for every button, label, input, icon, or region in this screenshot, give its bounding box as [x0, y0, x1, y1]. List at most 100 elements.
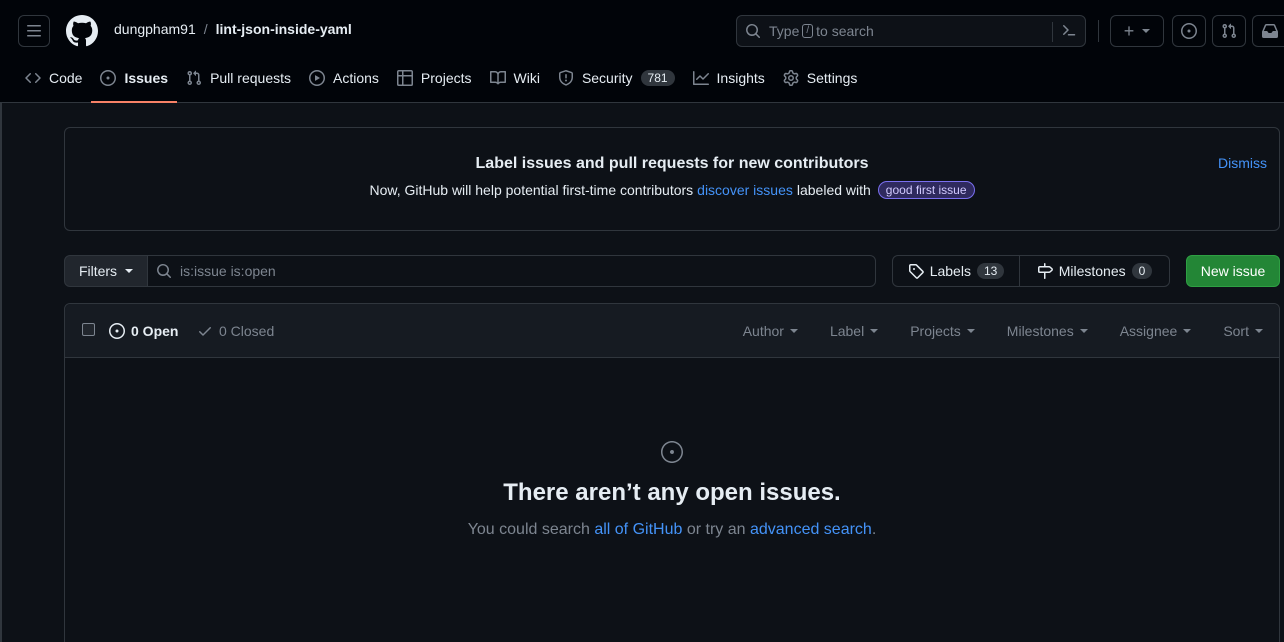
labels-button[interactable]: Labels 13 — [892, 255, 1020, 287]
sort-filter-label: Sort — [1223, 323, 1249, 339]
tab-pull-requests-label: Pull requests — [210, 70, 291, 86]
banner-text: Now, GitHub will help potential first-ti… — [65, 181, 1279, 199]
milestones-label: Milestones — [1058, 263, 1126, 279]
security-count-badge: 781 — [640, 70, 675, 86]
tag-icon — [908, 264, 924, 279]
search-placeholder: Type / to search — [769, 23, 874, 39]
empty-text-end: . — [871, 521, 877, 538]
pull-request-icon — [1222, 23, 1237, 39]
play-icon — [309, 70, 325, 86]
empty-state-text: You could search all of GitHub or try an… — [65, 521, 1279, 539]
milestones-button[interactable]: Milestones 0 — [1019, 255, 1170, 287]
tab-issues[interactable]: Issues — [91, 62, 177, 103]
issue-opened-icon — [100, 70, 117, 86]
tab-wiki-label: Wiki — [513, 70, 540, 86]
graph-icon — [692, 71, 709, 85]
search-icon — [157, 264, 171, 278]
select-all-checkbox[interactable] — [82, 323, 95, 336]
milestones-count-badge: 0 — [1131, 263, 1153, 279]
author-filter-label: Author — [742, 323, 784, 339]
advanced-search-link[interactable]: advanced search — [750, 521, 872, 538]
repo-name-link[interactable]: lint-json-inside-yaml — [216, 21, 352, 37]
filters-label: Filters — [78, 263, 118, 279]
author-filter[interactable]: Author — [727, 323, 814, 339]
tab-pull-requests[interactable]: Pull requests — [177, 62, 300, 94]
issue-opened-icon — [661, 441, 683, 463]
tab-security-label: Security — [581, 70, 633, 86]
menu-button[interactable] — [18, 15, 50, 47]
labels-label: Labels — [929, 263, 971, 279]
chevron-down-icon — [125, 269, 134, 273]
issues-shortcut-button[interactable] — [1172, 15, 1206, 47]
open-issues-toggle[interactable]: 0 Open — [109, 323, 178, 339]
tab-settings[interactable]: Settings — [774, 62, 867, 94]
header-divider — [1098, 20, 1099, 42]
banner-text-before: Now, GitHub will help potential first-ti… — [369, 182, 694, 198]
empty-state: There aren’t any open issues. You could … — [65, 440, 1279, 539]
inbox-icon — [1261, 24, 1278, 38]
banner-title: Label issues and pull requests for new c… — [475, 155, 869, 172]
good-first-issue-label[interactable]: good first issue — [877, 181, 975, 199]
milestones-filter[interactable]: Milestones — [991, 323, 1104, 339]
search-icon — [746, 24, 760, 38]
discover-issues-link[interactable]: discover issues — [697, 182, 793, 198]
dismiss-button[interactable]: Dismiss — [1218, 155, 1267, 171]
tab-projects[interactable]: Projects — [388, 62, 481, 94]
assignee-filter[interactable]: Assignee — [1104, 323, 1208, 339]
repo-owner-link[interactable]: dungpham91 — [114, 21, 196, 37]
breadcrumb: dungpham91 / lint-json-inside-yaml — [114, 21, 352, 37]
tab-security[interactable]: Security 781 — [549, 62, 684, 94]
contributors-banner: Label issues and pull requests for new c… — [64, 127, 1280, 231]
plus-icon: + — [1123, 20, 1135, 41]
issue-filters: Author Label Projects Milestones Assigne… — [727, 323, 1279, 339]
tab-code[interactable]: Code — [16, 62, 91, 94]
projects-filter-label: Projects — [910, 323, 961, 339]
label-filter[interactable]: Label — [814, 323, 894, 339]
tab-insights-label: Insights — [716, 70, 765, 86]
filters-button[interactable]: Filters — [64, 255, 148, 287]
closed-issues-toggle[interactable]: 0 Closed — [197, 323, 274, 339]
global-search-input[interactable]: Type / to search — [736, 15, 1086, 47]
repo-header: dungpham91 / lint-json-inside-yaml Type … — [0, 0, 1284, 103]
tab-projects-label: Projects — [420, 70, 472, 86]
tab-code-label: Code — [49, 70, 83, 86]
search-placeholder-prefix: Type — [769, 23, 800, 39]
book-icon — [489, 70, 506, 85]
empty-state-title: There aren’t any open issues. — [503, 479, 841, 506]
milestones-filter-label: Milestones — [1006, 323, 1074, 339]
empty-text-before: You could search — [467, 521, 590, 538]
chevron-down-icon — [1255, 329, 1263, 333]
gear-icon — [783, 70, 799, 86]
search-shortcut-key: / — [802, 24, 814, 38]
issue-search-input[interactable]: is:issue is:open — [147, 255, 876, 287]
chevron-down-icon — [966, 329, 975, 333]
search-all-github-link[interactable]: all of GitHub — [594, 521, 682, 538]
projects-filter[interactable]: Projects — [894, 323, 991, 339]
tab-issues-label: Issues — [124, 70, 169, 86]
table-icon — [396, 70, 413, 86]
hamburger-icon — [27, 25, 41, 37]
command-palette-icon[interactable] — [1052, 22, 1077, 42]
github-logo-icon[interactable] — [66, 15, 98, 47]
code-icon — [25, 72, 41, 84]
pull-requests-shortcut-button[interactable] — [1212, 15, 1246, 47]
create-new-button[interactable]: + — [1110, 15, 1164, 47]
issue-search-query: is:issue is:open — [180, 263, 276, 279]
chevron-down-icon — [1079, 329, 1088, 333]
label-filter-label: Label — [829, 323, 865, 339]
empty-text-middle: or try an — [686, 521, 746, 538]
issues-list: 0 Open 0 Closed Author Label Projects Mi… — [64, 303, 1280, 642]
assignee-filter-label: Assignee — [1119, 323, 1178, 339]
issue-opened-icon — [1181, 23, 1197, 39]
tab-actions-label: Actions — [333, 70, 379, 86]
new-issue-button[interactable]: New issue — [1186, 255, 1280, 287]
breadcrumb-separator: / — [203, 21, 208, 37]
milestone-icon — [1037, 263, 1053, 279]
sort-filter[interactable]: Sort — [1207, 323, 1279, 339]
tab-insights[interactable]: Insights — [684, 62, 774, 94]
inbox-button[interactable] — [1252, 15, 1284, 47]
tab-actions[interactable]: Actions — [300, 62, 388, 94]
check-icon — [199, 327, 211, 336]
tab-wiki[interactable]: Wiki — [481, 62, 549, 94]
banner-text-after: labeled with — [796, 182, 871, 198]
